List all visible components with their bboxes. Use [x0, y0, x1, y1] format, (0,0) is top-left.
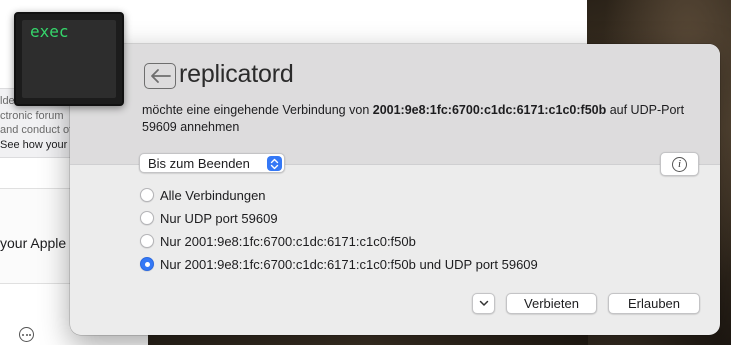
exec-terminal-window[interactable]: exec [14, 12, 124, 106]
background-text: ctronic forum [0, 110, 64, 122]
radio-button[interactable] [140, 211, 154, 225]
radio-button[interactable] [140, 188, 154, 202]
up-down-chevron-icon [267, 156, 282, 171]
connection-message: möchte eine eingehende Verbindung von 20… [142, 102, 702, 136]
allow-button[interactable]: Erlauben [608, 293, 700, 314]
background-text: and conduct of [0, 124, 70, 136]
dialog-header: replicatord möchte eine eingehende Verbi… [70, 44, 720, 165]
remote-address: 2001:9e8:1fc:6700:c1dc:6171:c1c0:f50b [372, 103, 607, 117]
radio-button-selected[interactable] [140, 257, 154, 271]
duration-select[interactable]: Bis zum Beenden [139, 153, 285, 173]
option-address-and-port[interactable]: Nur 2001:9e8:1fc:6700:c1dc:6171:c1c0:f50… [140, 255, 538, 273]
deny-button[interactable]: Verbieten [506, 293, 597, 314]
exec-label: exec [30, 22, 69, 41]
radio-button[interactable] [140, 234, 154, 248]
incoming-connection-dialog: replicatord möchte eine eingehende Verbi… [70, 44, 720, 335]
option-udp-port-only[interactable]: Nur UDP port 59609 [140, 209, 278, 227]
option-label: Nur 2001:9e8:1fc:6700:c1dc:6171:c1c0:f50… [160, 233, 416, 249]
option-label: Nur UDP port 59609 [160, 210, 278, 226]
option-label: Nur 2001:9e8:1fc:6700:c1dc:6171:c1c0:f50… [160, 256, 538, 272]
option-label: Alle Verbindungen [160, 187, 266, 203]
message-prefix: möchte eine eingehende Verbindung von [142, 103, 373, 117]
chevron-down-icon [479, 300, 488, 306]
more-options-icon[interactable] [19, 327, 34, 342]
option-all-connections[interactable]: Alle Verbindungen [140, 186, 266, 204]
background-heading: your Apple ... [0, 235, 70, 251]
app-name: replicatord [179, 60, 294, 88]
duration-selected-value: Bis zum Beenden [148, 155, 250, 171]
info-button[interactable]: i [660, 152, 699, 176]
back-arrow-icon [144, 63, 176, 89]
expand-button[interactable] [472, 293, 495, 314]
screen: lde ctronic forum and conduct of See how… [0, 0, 731, 345]
info-icon: i [672, 156, 687, 172]
background-link[interactable]: See how your [0, 139, 70, 151]
option-address-only[interactable]: Nur 2001:9e8:1fc:6700:c1dc:6171:c1c0:f50… [140, 232, 416, 250]
